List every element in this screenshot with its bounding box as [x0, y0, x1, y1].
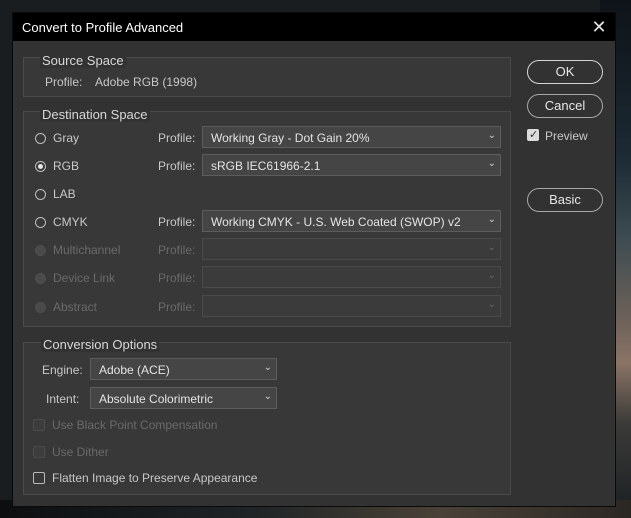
dialog-title: Convert to Profile Advanced [22, 20, 184, 35]
profile-value-gray: Working Gray - Dot Gain 20% [211, 131, 370, 145]
chevron-down-icon: ⌄ [487, 299, 496, 310]
profile-select-gray[interactable]: Working Gray - Dot Gain 20% ⌄ [202, 126, 501, 148]
profile-value-cmyk: Working CMYK - U.S. Web Coated (SWOP) v2 [211, 215, 461, 229]
checkbox-use-dither [33, 446, 45, 458]
radio-gray[interactable] [35, 133, 46, 144]
profile-select-multichannel: ⌄ [202, 238, 501, 260]
preview-checkbox[interactable] [527, 128, 539, 141]
convert-to-profile-dialog: Convert to Profile Advanced ✕ Source Spa… [12, 12, 616, 507]
label-use-dither: Use Dither [52, 445, 109, 459]
mode-label-lab: LAB [53, 187, 76, 201]
engine-select[interactable]: Adobe (ACE) ⌄ [90, 358, 277, 380]
cancel-button[interactable]: Cancel [527, 94, 603, 118]
mode-label-gray: Gray [53, 131, 80, 145]
source-space-title: Source Space [40, 53, 126, 68]
radio-lab[interactable] [35, 189, 46, 200]
label-flatten-image-to-preserve-appearance: Flatten Image to Preserve Appearance [52, 471, 258, 485]
close-icon[interactable]: ✕ [587, 15, 611, 39]
checkbox-flatten-image-to-preserve-appearance[interactable] [33, 472, 45, 484]
engine-value: Adobe (ACE) [99, 363, 170, 377]
radio-cmyk[interactable] [35, 217, 46, 228]
profile-select-abstract: ⌄ [202, 295, 501, 317]
ok-button[interactable]: OK [527, 60, 603, 84]
basic-button[interactable]: Basic [527, 188, 603, 212]
chevron-down-icon: ⌄ [487, 270, 496, 281]
profile-select-rgb[interactable]: sRGB IEC61966-2.1 ⌄ [202, 154, 501, 176]
chevron-down-icon: ⌄ [263, 391, 272, 402]
chevron-down-icon: ⌄ [487, 130, 496, 141]
intent-value: Absolute Colorimetric [99, 392, 214, 406]
profile-label-rgb: Profile: [158, 159, 196, 173]
profile-select-device-link: ⌄ [202, 266, 501, 288]
intent-select[interactable]: Absolute Colorimetric ⌄ [90, 387, 277, 409]
mode-label-multichannel: Multichannel [53, 243, 121, 257]
chevron-down-icon: ⌄ [487, 214, 496, 225]
source-profile-value: Adobe RGB (1998) [95, 75, 198, 89]
mode-label-rgb: RGB [53, 159, 80, 173]
radio-multichannel [35, 245, 46, 256]
profile-label-gray: Profile: [158, 131, 196, 145]
mode-label-cmyk: CMYK [53, 215, 88, 229]
preview-label: Preview [545, 129, 588, 143]
mode-label-abstract: Abstract [53, 300, 98, 314]
profile-label-cmyk: Profile: [158, 215, 196, 229]
destination-space-title: Destination Space [40, 107, 150, 122]
radio-abstract [35, 302, 46, 313]
radio-rgb[interactable] [35, 161, 46, 172]
engine-label: Engine: [42, 363, 83, 377]
chevron-down-icon: ⌄ [487, 158, 496, 169]
chevron-down-icon: ⌄ [487, 242, 496, 253]
label-use-black-point-compensation: Use Black Point Compensation [52, 418, 218, 432]
profile-select-cmyk[interactable]: Working CMYK - U.S. Web Coated (SWOP) v2… [202, 210, 501, 232]
profile-label-abstract: Profile: [158, 300, 196, 314]
profile-value-rgb: sRGB IEC61966-2.1 [211, 159, 321, 173]
mode-label-device-link: Device Link [53, 271, 116, 285]
checkbox-use-black-point-compensation [33, 419, 45, 431]
conversion-options-title: Conversion Options [41, 337, 160, 352]
source-profile-label: Profile: [45, 75, 83, 89]
intent-label: Intent: [46, 392, 80, 406]
chevron-down-icon: ⌄ [263, 362, 272, 373]
profile-label-device-link: Profile: [158, 271, 196, 285]
profile-label-multichannel: Profile: [158, 243, 196, 257]
radio-device-link [35, 273, 46, 284]
title-bar: Convert to Profile Advanced ✕ [13, 13, 615, 41]
